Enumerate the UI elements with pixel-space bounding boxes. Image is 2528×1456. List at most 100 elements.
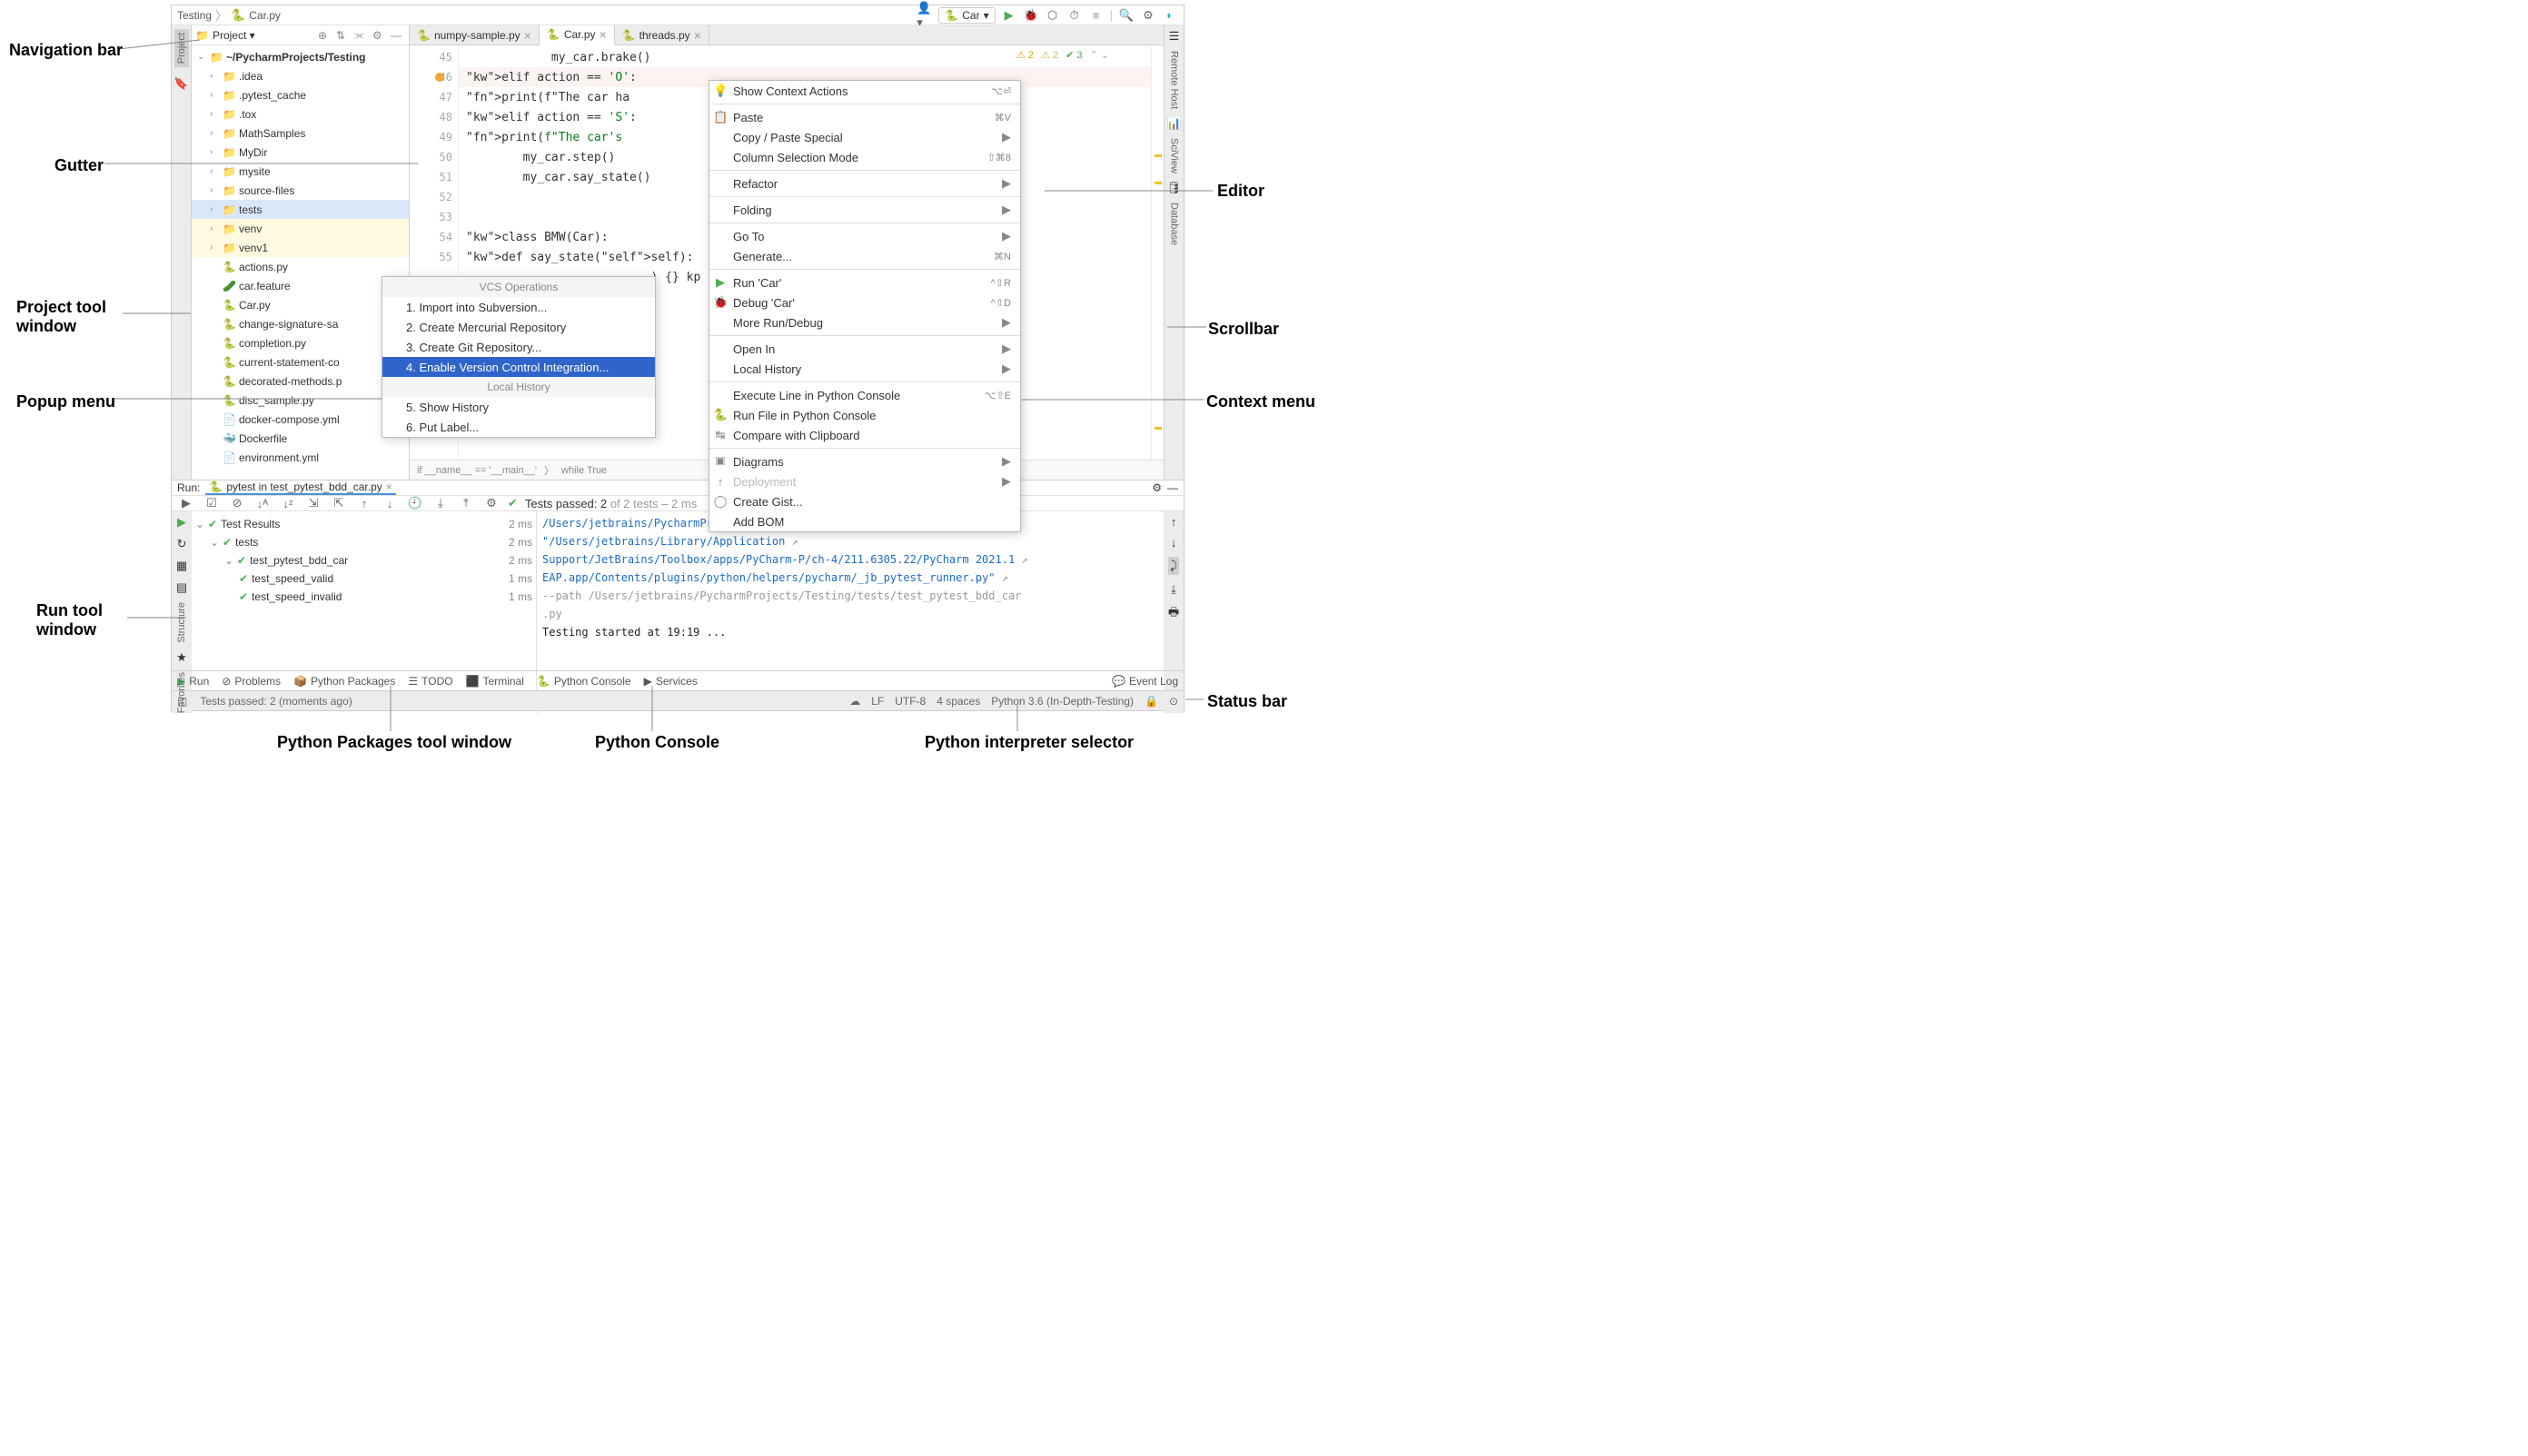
project-header-title[interactable]: Project ▾ (213, 29, 314, 42)
problems-button[interactable]: ⊘Problems (222, 675, 281, 688)
pin-icon[interactable]: ▦ (176, 559, 187, 573)
print-icon[interactable]: 🖶 (1168, 604, 1179, 624)
tree-item[interactable]: 📄docker-compose.yml (192, 410, 409, 429)
wrap-icon[interactable]: ⤸ (1168, 557, 1179, 575)
context-menu-item[interactable]: 🐞Debug 'Car'^⇧D (709, 292, 1020, 312)
memory-icon[interactable]: ⊙ (1169, 695, 1178, 708)
export-icon[interactable]: ⤒ (457, 496, 475, 510)
popup-item[interactable]: 6. Put Label... (382, 417, 655, 437)
tree-item[interactable]: ›📁mysite (192, 162, 409, 181)
tree-item[interactable]: ›📁MyDir (192, 143, 409, 162)
vcs-popup-menu[interactable]: VCS Operations 1. Import into Subversion… (382, 276, 656, 438)
popup-item[interactable]: 3. Create Git Repository... (382, 337, 655, 357)
context-menu-item[interactable]: ◯Create Gist... (709, 491, 1020, 511)
tree-root[interactable]: ⌄📁 ~/PycharmProjects/Testing (192, 47, 409, 66)
context-menu-item[interactable]: Copy / Paste Special▶ (709, 127, 1020, 147)
breadcrumb-file[interactable]: Car.py (249, 9, 281, 22)
tree-item[interactable]: ›📁source-files (192, 181, 409, 200)
context-menu-item[interactable]: Local History▶ (709, 359, 1020, 379)
expand-icon[interactable]: ⇅ (336, 29, 351, 42)
hide-icon[interactable]: — (1167, 481, 1178, 494)
stop-icon[interactable]: ⊘ (228, 496, 246, 510)
context-menu-item[interactable]: Generate...⌘N (709, 246, 1020, 266)
tree-item[interactable]: 🐍change-signature-sa (192, 314, 409, 333)
collapse-icon[interactable]: ⫘ (354, 28, 369, 42)
context-menu-item[interactable]: More Run/Debug▶ (709, 312, 1020, 332)
stop-icon[interactable]: ■ (1088, 7, 1105, 24)
gear-icon[interactable]: ⚙ (1152, 481, 1162, 494)
tree-item[interactable]: 📄environment.yml (192, 448, 409, 467)
tree-item[interactable]: ›📁venv (192, 219, 409, 238)
test-result-row[interactable]: ✔test_speed_invalid1 ms (195, 588, 532, 606)
sort2-icon[interactable]: ↓ᶻ (279, 497, 297, 510)
close-icon[interactable]: × (694, 28, 701, 43)
database-button[interactable]: Database (1169, 203, 1180, 245)
popup-item[interactable]: 4. Enable Version Control Integration... (382, 357, 655, 377)
context-menu-item[interactable]: Open In▶ (709, 339, 1020, 359)
editor-context-menu[interactable]: 💡Show Context Actions⌥⏎📋Paste⌘VCopy / Pa… (709, 80, 1021, 532)
context-menu-item[interactable]: Column Selection Mode⇧⌘8 (709, 147, 1020, 167)
search-icon[interactable]: 🔍 (1118, 7, 1135, 24)
context-menu-item[interactable]: ▶Run 'Car'^⇧R (709, 272, 1020, 292)
popup-item[interactable]: 1. Import into Subversion... (382, 297, 655, 317)
test-result-row[interactable]: ⌄✔Test Results2 ms (195, 515, 532, 533)
git-icon[interactable]: ☁ (849, 695, 860, 708)
python-packages-button[interactable]: 📦Python Packages (293, 675, 395, 688)
settings-icon[interactable]: ⚙ (1140, 7, 1156, 24)
bookmarks-icon[interactable]: 🔖 (173, 76, 188, 91)
down-icon[interactable]: ↓ (381, 497, 399, 510)
tree-item[interactable]: ›📁tests (192, 200, 409, 219)
tree-item[interactable]: 🐍actions.py (192, 257, 409, 276)
toggle-icon[interactable]: ↻ (177, 537, 187, 551)
sciview-icon[interactable]: 📊 (1166, 116, 1181, 131)
tree-item[interactable]: 🥒car.feature (192, 276, 409, 295)
tree-item[interactable]: 🐍Car.py (192, 295, 409, 314)
run-configuration-selector[interactable]: 🐍 Car ▾ (938, 7, 995, 24)
encoding[interactable]: UTF-8 (895, 695, 926, 708)
gear-icon[interactable]: ⚙ (372, 29, 387, 42)
line-separator[interactable]: LF (871, 695, 884, 708)
tree-item[interactable]: ›📁venv1 (192, 238, 409, 257)
favorites-icon[interactable]: ★ (176, 650, 187, 665)
tree-item[interactable]: 🐍disc_sample.py (192, 391, 409, 410)
tree-item[interactable]: ›📁.pytest_cache (192, 85, 409, 104)
rerun-failed-icon[interactable]: ▶ (177, 515, 186, 530)
tree-item[interactable]: ›📁MathSamples (192, 124, 409, 143)
context-menu-item[interactable]: Folding▶ (709, 200, 1020, 220)
python-interpreter-selector[interactable]: Python 3.6 (In-Depth-Testing) (991, 695, 1134, 708)
coverage-icon[interactable]: ⬡ (1045, 7, 1061, 24)
rerun-icon[interactable]: ▶ (177, 496, 195, 510)
editor-tab[interactable]: 🐍Car.py× (540, 25, 615, 45)
user-icon[interactable]: 👤▾ (917, 7, 933, 24)
editor-tab[interactable]: 🐍threads.py× (615, 25, 709, 45)
database-icon[interactable]: 🛢 (1166, 181, 1182, 195)
test-result-row[interactable]: ⌄✔tests2 ms (195, 533, 532, 551)
project-tool-button[interactable]: Project (174, 29, 189, 67)
hide-icon[interactable]: — (391, 29, 405, 42)
remote-host-button[interactable]: Remote Host (1169, 51, 1180, 109)
lock-icon[interactable]: 🔒 (1145, 695, 1158, 708)
toggle-auto-icon[interactable]: ☑ (203, 496, 221, 510)
structure-button[interactable]: Structure (176, 602, 187, 643)
context-menu-item[interactable]: 🐍Run File in Python Console (709, 405, 1020, 425)
sort-icon[interactable]: ↓ᴬ (253, 497, 272, 510)
python-console-button[interactable]: 🐍Python Console (537, 675, 631, 688)
tree-item[interactable]: ›📁.tox (192, 104, 409, 124)
import-icon[interactable]: ⤓ (431, 496, 450, 510)
close-icon[interactable]: × (386, 480, 392, 493)
close-icon[interactable]: × (600, 27, 607, 42)
popup-item[interactable]: 2. Create Mercurial Repository (382, 317, 655, 337)
structure-icon[interactable]: ▤ (176, 580, 187, 595)
context-menu-item[interactable]: 📋Paste⌘V (709, 107, 1020, 127)
select-file-icon[interactable]: ⊕ (318, 29, 332, 42)
jetbrains-icon[interactable]: ◐ (1162, 7, 1178, 24)
run-icon[interactable]: ▶ (1001, 7, 1017, 24)
context-menu-item[interactable]: ↹Compare with Clipboard (709, 425, 1020, 445)
scroll-icon[interactable]: ⤓ (1171, 582, 1176, 597)
context-menu-item[interactable]: Execute Line in Python Console⌥⇧E (709, 385, 1020, 405)
test-result-row[interactable]: ✔test_speed_valid1 ms (195, 570, 532, 588)
breadcrumb-project[interactable]: Testing (177, 9, 212, 22)
services-button[interactable]: ▶Services (644, 675, 698, 688)
inspections-widget[interactable]: ⚠ 2 ⚠ 2 ✔ 3 ⌃ ⌄ (1016, 49, 1109, 61)
down-icon[interactable]: ↓ (1171, 536, 1177, 550)
